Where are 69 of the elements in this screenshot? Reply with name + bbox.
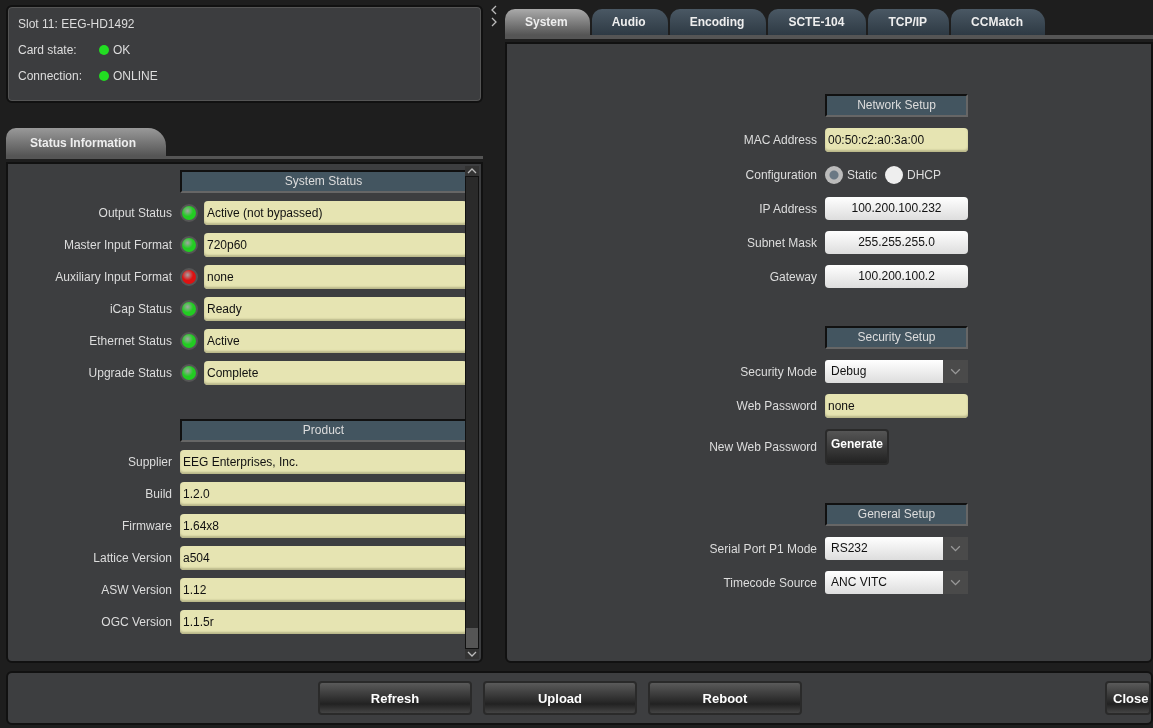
field-label: Configuration bbox=[744, 167, 817, 182]
generate-button[interactable]: Generate bbox=[825, 429, 890, 465]
field-label: OGC Version bbox=[100, 615, 172, 629]
value-field: 1.1.5r bbox=[180, 610, 465, 634]
field-label: Master Input Format bbox=[62, 238, 172, 252]
footer-button[interactable]: Reboot bbox=[648, 681, 802, 716]
field-label: Ethernet Status bbox=[88, 334, 172, 348]
field-label: MAC Address bbox=[742, 133, 817, 147]
value-field: 00:50:c2:a0:3a:00 bbox=[825, 128, 968, 152]
card-label: Connection: bbox=[18, 69, 84, 83]
section-header: General Setup bbox=[825, 503, 968, 526]
footer-button[interactable]: Refresh bbox=[318, 681, 472, 716]
tab[interactable]: TCP/IP bbox=[868, 9, 950, 35]
value-field: Complete bbox=[204, 361, 465, 385]
section-header: Product bbox=[180, 419, 465, 442]
input-field[interactable]: 100.200.100.232 bbox=[825, 197, 968, 220]
field-label: Upgrade Status bbox=[87, 366, 172, 380]
field-label: Subnet Mask bbox=[745, 235, 817, 250]
footer-button[interactable]: Upload bbox=[483, 681, 637, 716]
value-field: 1.64x8 bbox=[180, 514, 465, 538]
value-field: Active bbox=[204, 329, 465, 353]
field-label: Timecode Source bbox=[722, 575, 817, 590]
radio-button[interactable] bbox=[885, 165, 903, 184]
field-label: IP Address bbox=[758, 201, 817, 216]
value-field: none bbox=[825, 394, 968, 418]
value-field: Ready bbox=[204, 297, 465, 321]
field-label: Supplier bbox=[126, 455, 172, 469]
radio-button[interactable] bbox=[825, 165, 843, 184]
input-field[interactable]: 255.255.255.0 bbox=[825, 231, 968, 254]
field-label: Security Mode bbox=[739, 364, 817, 379]
tab[interactable]: Encoding bbox=[669, 9, 767, 35]
value-field: EEG Enterprises, Inc. bbox=[180, 450, 465, 474]
value-field: 1.12 bbox=[180, 578, 465, 602]
field-label: Build bbox=[144, 487, 172, 501]
radio-label[interactable]: DHCP bbox=[907, 167, 942, 182]
input-field[interactable]: 100.200.100.2 bbox=[825, 265, 968, 288]
value-field: Active (not bypassed) bbox=[204, 201, 465, 225]
card-value: ONLINE bbox=[113, 69, 158, 83]
value-field: a504 bbox=[180, 546, 465, 570]
status-information-tab[interactable]: Status Information bbox=[6, 128, 166, 156]
tab[interactable]: SCTE-104 bbox=[768, 9, 867, 35]
value-field: 1.2.0 bbox=[180, 482, 465, 506]
section-header: System Status bbox=[180, 170, 465, 193]
scroll-thumb[interactable] bbox=[466, 628, 478, 649]
field-label: Auxiliary Input Format bbox=[54, 270, 172, 284]
scrollbar[interactable] bbox=[465, 166, 479, 660]
tab[interactable]: CCMatch bbox=[951, 9, 1046, 35]
field-label: Output Status bbox=[97, 206, 172, 220]
field-label: ASW Version bbox=[100, 583, 172, 597]
tab[interactable]: Audio bbox=[591, 9, 668, 35]
field-label: Serial Port P1 Mode bbox=[708, 541, 817, 556]
value-field: 720p60 bbox=[204, 233, 465, 257]
card-value: OK bbox=[113, 43, 131, 57]
radio-label[interactable]: Static bbox=[847, 167, 877, 182]
section-header: Network Setup bbox=[825, 94, 968, 117]
scroll-up-icon[interactable] bbox=[466, 166, 478, 176]
field-label: iCap Status bbox=[108, 302, 172, 316]
tab[interactable]: System bbox=[505, 9, 590, 35]
collapse-arrows-icon[interactable] bbox=[490, 5, 498, 27]
section-header: Security Setup bbox=[825, 326, 968, 349]
close-button[interactable]: Close bbox=[1105, 681, 1151, 716]
card-label: Card state: bbox=[18, 43, 78, 57]
field-label: New Web Password bbox=[708, 440, 817, 454]
value-field: none bbox=[204, 265, 465, 289]
slot-title: Slot 11: EEG-HD1492 bbox=[18, 17, 136, 31]
field-label: Gateway bbox=[768, 269, 817, 284]
field-label: Web Password bbox=[735, 399, 817, 413]
field-label: Firmware bbox=[121, 519, 172, 533]
field-label: Lattice Version bbox=[92, 551, 172, 565]
